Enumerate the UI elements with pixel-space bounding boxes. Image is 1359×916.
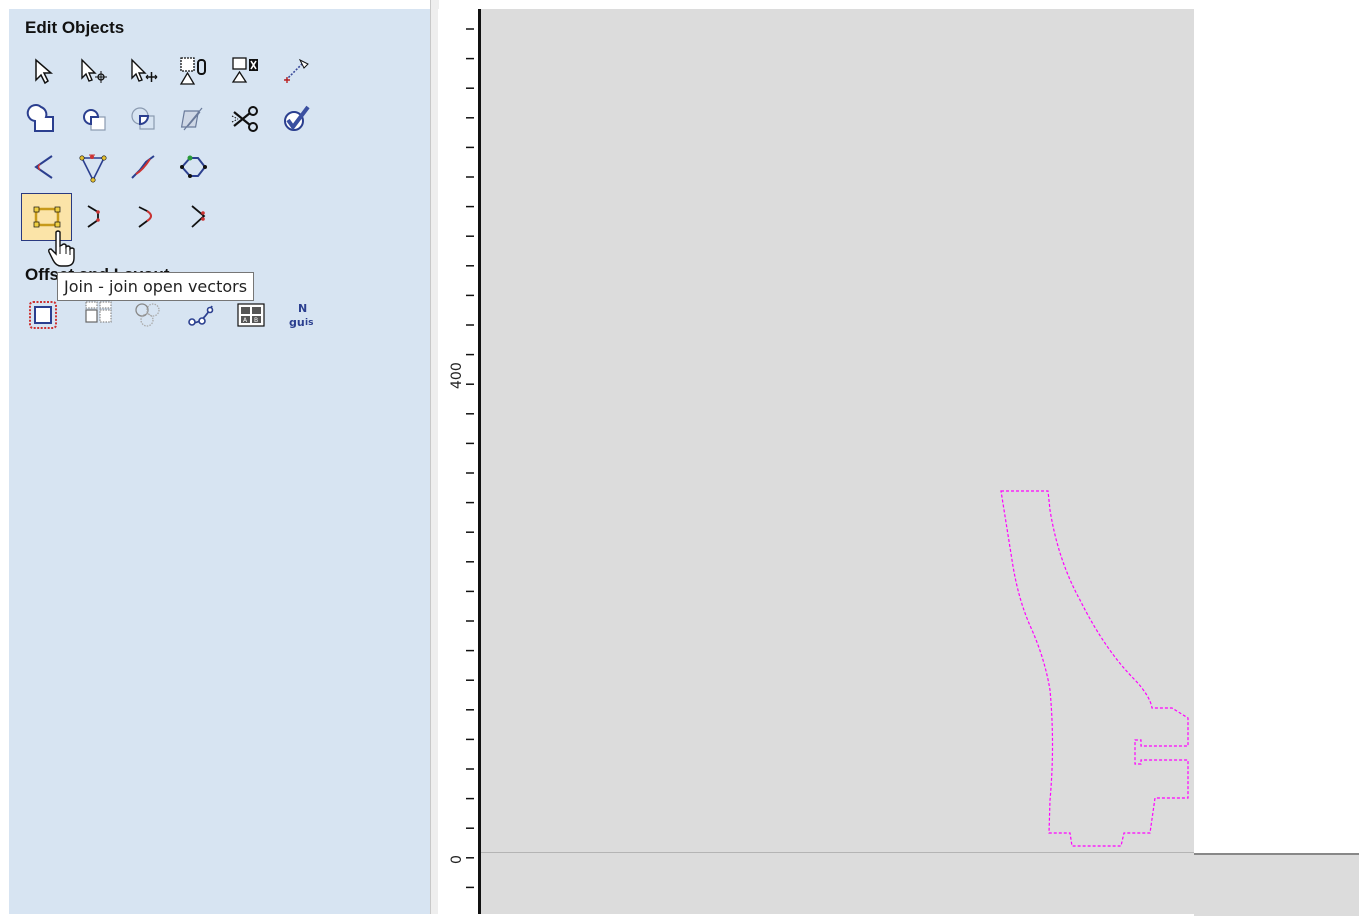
selected-vector[interactable]: [1000, 490, 1189, 847]
vector-overlay: [1000, 490, 1189, 847]
